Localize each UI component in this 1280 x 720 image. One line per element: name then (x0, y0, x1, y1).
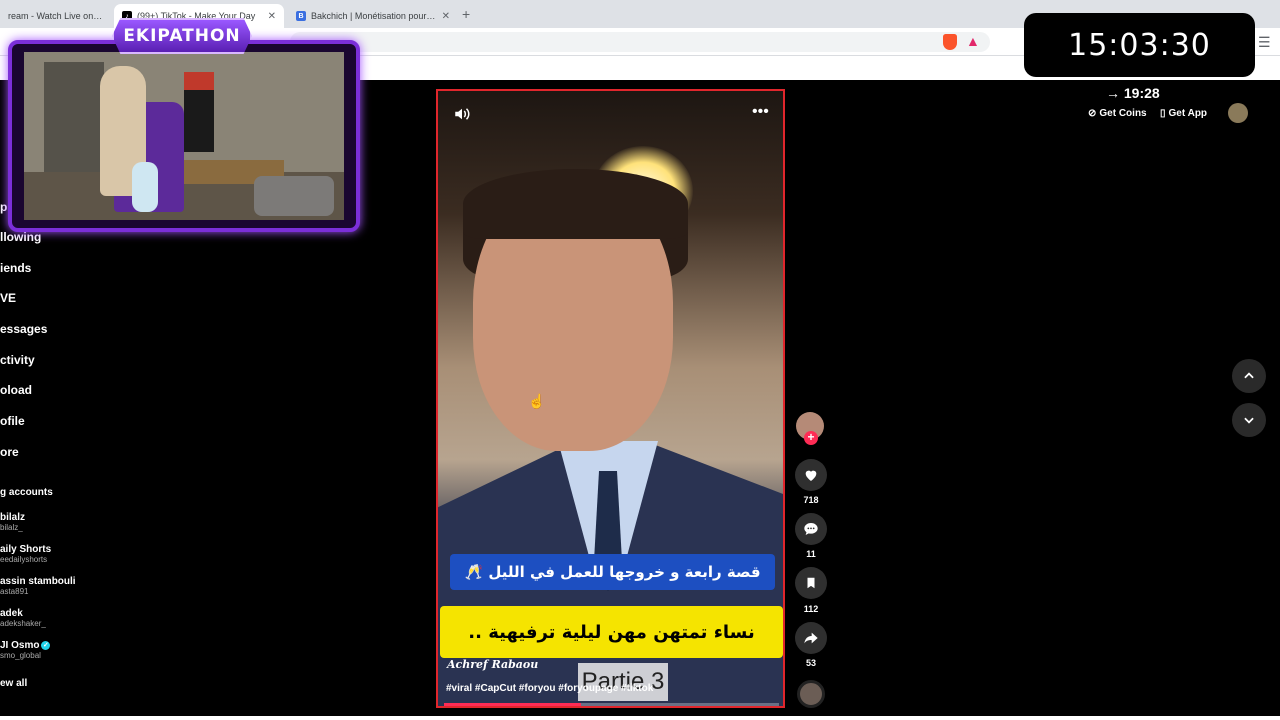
get-coins-button[interactable]: ⊘ Get Coins (1088, 104, 1147, 122)
progress-fill (444, 703, 582, 706)
save-count: 112 (803, 604, 819, 614)
video-player[interactable]: ••• قصة رابعة و خروجها للعمل في الليل 🥂 … (436, 89, 785, 708)
sidebar-item-activity[interactable]: ctivity (0, 353, 35, 367)
following-accounts-title: g accounts (0, 487, 53, 498)
tab-kick[interactable]: ream - Watch Live on Kick (0, 4, 112, 28)
brave-rewards-icon[interactable]: ▲ (966, 33, 980, 49)
music-disc-icon[interactable] (797, 680, 825, 708)
previous-video-button[interactable] (1232, 359, 1266, 393)
account-name: bilalz (0, 512, 26, 523)
heart-icon (805, 470, 817, 481)
hand-cursor-icon: ☝ (528, 393, 546, 409)
share-button[interactable] (795, 622, 827, 654)
account-handle: eedailyshorts (0, 555, 48, 564)
account-item[interactable]: bilalz bilalz_ (0, 512, 25, 532)
get-coins-label: Get Coins (1099, 107, 1147, 119)
close-tab-icon[interactable]: ✕ (268, 11, 276, 22)
account-name: JI Osmo (0, 640, 40, 651)
profile-avatar[interactable] (1228, 103, 1248, 123)
url-input[interactable]: ...em (290, 32, 990, 52)
next-video-button[interactable] (1232, 403, 1266, 437)
bottom-edge (0, 716, 1280, 720)
sidebar-item-upload[interactable]: oload (0, 383, 32, 397)
chevron-up-icon (1244, 372, 1254, 379)
comment-button[interactable] (795, 513, 827, 545)
close-tab-icon[interactable]: ✕ (442, 11, 450, 22)
sidebar-item-following[interactable]: llowing (0, 230, 41, 244)
sidebar-item-explore[interactable]: p (0, 200, 7, 214)
video-progress-bar[interactable] (444, 703, 779, 706)
verified-badge-icon: ✓ (41, 640, 51, 650)
browser-menu-icon[interactable]: ☰ (1258, 34, 1271, 51)
webcam-feed (24, 52, 344, 220)
account-name-row: JI Osmo ✓ (0, 640, 51, 651)
sidebar-item-friends[interactable]: iends (0, 261, 31, 275)
account-name: aily Shorts (0, 544, 52, 555)
comment-count: 11 (806, 549, 816, 559)
phone-icon: ▯ (1160, 107, 1166, 119)
tab-label: ream - Watch Live on Kick (8, 11, 104, 21)
share-icon (804, 632, 818, 644)
new-tab-button[interactable]: + (462, 6, 470, 22)
comment-icon (804, 523, 818, 535)
webcam-overlay (8, 40, 360, 232)
account-name: adek (0, 608, 23, 619)
sidebar-item-more[interactable]: ore (0, 445, 19, 459)
coin-icon: ⊘ (1088, 107, 1097, 119)
account-handle: adekshaker_ (0, 619, 46, 628)
countdown-timer: → 19:28 (1106, 85, 1160, 101)
account-handle: asta891 (0, 587, 29, 596)
save-button[interactable] (795, 567, 827, 599)
sidebar-item-profile[interactable]: ofile (0, 414, 25, 428)
account-handle: smo_global (0, 651, 41, 660)
clock-overlay: 15:03:30 (1024, 13, 1255, 77)
get-app-button[interactable]: ▯ Get App (1160, 104, 1207, 122)
caption-line-1: قصة رابعة و خروجها للعمل في الليل 🥂 (450, 554, 775, 590)
page: ream - Watch Live on Kick ♪ (99+) TikTok… (0, 0, 1280, 720)
flag-image (184, 72, 214, 152)
partie-label: Partie 3 (578, 663, 668, 701)
account-item[interactable]: adek adekshaker_ (0, 608, 46, 628)
volume-icon[interactable] (453, 105, 471, 123)
sidebar-item-messages[interactable]: essages (0, 322, 47, 336)
account-item[interactable]: JI Osmo ✓ smo_global (0, 640, 51, 660)
signature: Achref Rabaou (447, 658, 539, 671)
share-count: 53 (805, 658, 816, 668)
account-name: assin stambouli (0, 576, 76, 587)
sidebar-item-live[interactable]: VE (0, 291, 16, 305)
bakchich-icon: B (296, 11, 306, 21)
more-options-icon[interactable]: ••• (752, 104, 769, 120)
account-item[interactable]: aily Shorts eedailyshorts (0, 544, 51, 564)
like-count: 718 (803, 495, 819, 505)
follow-plus-icon[interactable]: + (804, 431, 818, 445)
tab-label: Bakchich | Monétisation pour les cré (311, 11, 438, 21)
tab-bakchich[interactable]: B Bakchich | Monétisation pour les cré ✕ (288, 4, 458, 28)
chevron-down-icon (1244, 417, 1254, 424)
bookmark-icon (807, 577, 815, 589)
brave-shield-icon[interactable] (943, 34, 957, 50)
caption-line-2: نساء تمتهن مهن ليلية ترفيهية .. (440, 606, 783, 658)
like-button[interactable] (795, 459, 827, 491)
get-app-label: Get App (1168, 107, 1208, 119)
hashtags[interactable]: #viral #CapCut #foryou #foryoupage #tikt… (446, 683, 653, 694)
ekipathon-banner: EKIPATHON (112, 18, 252, 54)
account-item[interactable]: assin stambouli asta891 (0, 576, 76, 596)
account-handle: bilalz_ (0, 523, 23, 532)
see-all-link[interactable]: ew all (0, 678, 27, 689)
